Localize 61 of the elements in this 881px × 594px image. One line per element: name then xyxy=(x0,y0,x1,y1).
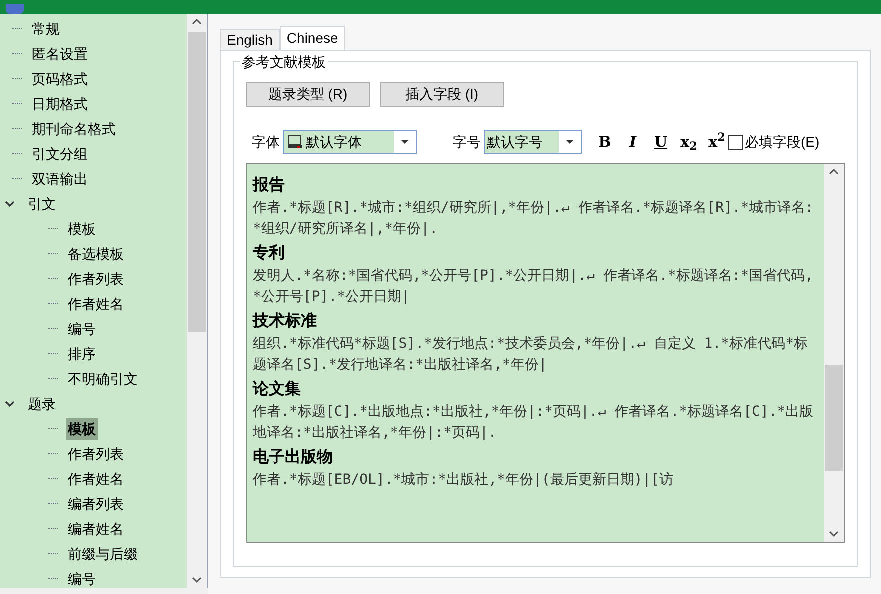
tab[interactable]: Chinese xyxy=(280,26,346,50)
tree-item[interactable]: 页码格式 xyxy=(30,68,90,90)
template-text: 发明人.*名称:*国省代码,*公开号[P].*公开日期|.↵ 作者译名.*标题译名:*国省代码,*公开号[P].*公开日期| xyxy=(253,267,815,307)
font-dropdown[interactable]: 默认字体 xyxy=(283,130,417,154)
tab[interactable]: English xyxy=(220,29,280,50)
tree-item[interactable]: 编号 xyxy=(66,568,98,588)
scroll-down-icon[interactable] xyxy=(192,576,202,584)
tree-item[interactable]: 前缀与后缀 xyxy=(66,542,140,564)
scroll-thumb[interactable] xyxy=(825,365,843,471)
app-icon xyxy=(6,4,24,14)
font-label: 字体 xyxy=(252,132,280,152)
tree-item[interactable]: 引文分组 xyxy=(30,142,90,164)
tree-item[interactable]: 作者姓名 xyxy=(66,292,126,314)
dropdown-caret-icon xyxy=(401,140,409,144)
checkbox[interactable] xyxy=(728,134,743,150)
scroll-thumb[interactable] xyxy=(188,32,206,332)
format-button[interactable]: I xyxy=(624,130,642,154)
tree-item[interactable]: 排序 xyxy=(66,342,98,364)
printer-icon xyxy=(287,135,303,149)
template-title: 电子出版物 xyxy=(253,448,334,468)
tree-item[interactable]: 日期格式 xyxy=(30,92,90,114)
tree-item[interactable]: 编者列表 xyxy=(66,492,126,514)
tree-item[interactable]: 期刊命名格式 xyxy=(30,118,118,140)
tree-item[interactable]: 编者姓名 xyxy=(66,518,126,540)
scrollbar[interactable] xyxy=(187,14,207,588)
tree-item[interactable]: 备选模板 xyxy=(66,242,126,264)
format-button[interactable]: x$_{2}$ xyxy=(680,130,698,154)
tree-item[interactable]: 题录 xyxy=(26,392,58,414)
tree-item[interactable]: 双语输出 xyxy=(30,168,90,190)
tree-item[interactable]: 常规 xyxy=(30,18,62,40)
template-title: 技术标准 xyxy=(253,312,318,332)
template-text: 作者.*标题[R].*城市:*组织/研究所|,*年份|.↵ 作者译名.*标题译名[R].*城市译名:*组织/研究所译名|,*年份|. xyxy=(253,199,815,239)
scrollbar[interactable] xyxy=(824,164,844,542)
template-title: 报告 xyxy=(253,175,286,196)
size-label: 字号 xyxy=(453,132,481,152)
action-button[interactable]: 题录类型 (R) xyxy=(246,82,370,107)
tree-item[interactable]: 模板 xyxy=(66,418,98,440)
format-button[interactable]: B xyxy=(596,130,614,154)
format-button[interactable]: x$^{2}$ xyxy=(708,130,726,154)
tree-item[interactable]: 作者姓名 xyxy=(66,468,126,490)
template-title: 专利 xyxy=(253,243,286,264)
scroll-up-icon[interactable] xyxy=(829,168,839,176)
checkbox-label: 必填字段(E) xyxy=(745,132,820,152)
template-text: 作者.*标题[EB/OL].*城市:*出版社,*年份|(最后更新日期)|[访 xyxy=(253,471,675,490)
size-dropdown[interactable]: 默认字号 xyxy=(484,130,582,154)
template-text: 作者.*标题[C].*出版地点:*出版社,*年份|:*页码|.↵ 作者译名.*标题译名[C].*出版地译名:*出版社译名,*年份|:*页码|. xyxy=(253,403,815,443)
tree-item[interactable]: 匿名设置 xyxy=(30,42,90,64)
tree-item[interactable]: 模板 xyxy=(66,218,98,240)
scroll-down-icon[interactable] xyxy=(829,530,839,538)
template-title: 论文集 xyxy=(253,379,302,400)
tree-item[interactable]: 引文 xyxy=(26,192,58,214)
scroll-up-icon[interactable] xyxy=(192,18,202,26)
template-editor[interactable] xyxy=(246,163,845,543)
tree-item[interactable]: 作者列表 xyxy=(66,268,126,290)
format-button[interactable]: U xyxy=(652,130,670,154)
tree-item[interactable]: 编号 xyxy=(66,318,98,340)
action-button[interactable]: 插入字段 (I) xyxy=(380,82,504,107)
template-text: 组织.*标准代码*标题[S].*发行地点:*技术委员会,*年份|.↵ 自定义 1.*标准代码*标题译名[S].*发行地译名:*出版社译名,*年份| xyxy=(253,335,810,375)
tree-item[interactable]: 不明确引文 xyxy=(66,368,140,390)
tree-item[interactable]: 作者列表 xyxy=(66,442,126,464)
dropdown-caret-icon xyxy=(566,140,574,144)
